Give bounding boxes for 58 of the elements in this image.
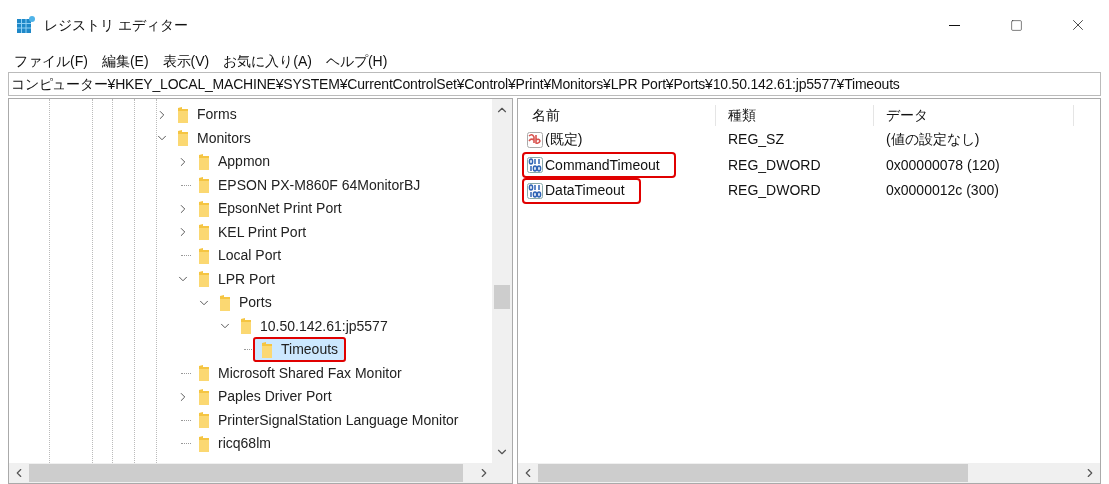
- scroll-thumb[interactable]: [29, 464, 463, 482]
- folder-icon: [240, 317, 252, 336]
- folder-icon: [198, 387, 210, 406]
- tree-item[interactable]: ricq68lm: [218, 433, 271, 455]
- value-data: (値の設定なし): [885, 130, 980, 150]
- value-data: 0x0000012c (300): [885, 181, 999, 201]
- folder-icon: [177, 129, 189, 148]
- scroll-thumb[interactable]: [538, 464, 968, 482]
- menu-item[interactable]: 表示(V): [162, 50, 210, 72]
- tree-item[interactable]: Monitors: [197, 127, 251, 149]
- tree-item[interactable]: Paples Driver Port: [218, 386, 332, 408]
- folder-icon: [198, 434, 210, 453]
- window-title: レジストリ エディター: [44, 15, 188, 35]
- column-header[interactable]: データ: [874, 104, 1074, 126]
- folder-icon: [198, 270, 210, 289]
- horizontal-scrollbar[interactable]: [9, 463, 512, 483]
- binary-value-icon: [527, 182, 543, 199]
- column-header[interactable]: 名前: [520, 104, 716, 126]
- folder-icon: [198, 152, 210, 171]
- folder-icon: [261, 340, 273, 359]
- tree-item[interactable]: KEL Print Port: [218, 221, 307, 243]
- tree-item[interactable]: Appmon: [218, 151, 271, 173]
- value-type: REG_SZ: [727, 130, 785, 150]
- string-value-icon: [527, 131, 543, 148]
- menu-item[interactable]: お気に入り(A): [223, 50, 312, 72]
- horizontal-scrollbar[interactable]: [518, 463, 1100, 483]
- value-data: 0x00000078 (120): [885, 155, 1000, 175]
- folder-icon: [198, 223, 210, 242]
- tree-item[interactable]: Local Port: [218, 245, 282, 267]
- folder-icon: [198, 199, 210, 218]
- tree-item[interactable]: EpsonNet Print Port: [218, 198, 342, 220]
- tree-item[interactable]: LPR Port: [218, 268, 275, 290]
- scroll-thumb[interactable]: [494, 285, 510, 309]
- menu-item[interactable]: 編集(E): [101, 50, 149, 72]
- app-icon: [16, 15, 36, 35]
- tree-item[interactable]: PrinterSignalStation Language Monitor: [218, 409, 459, 431]
- tree-item[interactable]: Ports: [239, 292, 272, 314]
- tree-item[interactable]: EPSON PX-M860F 64MonitorBJ: [218, 174, 421, 196]
- address-bar[interactable]: コンピューター¥HKEY_LOCAL_MACHINE¥SYSTEM¥CurrentControlSet¥Control¥Print¥Monitors¥LPR Port¥Ports¥10.50.142.61:jp5577¥Timeouts: [8, 72, 1101, 96]
- maximize-icon: [1009, 18, 1023, 32]
- menu-item[interactable]: ファイル(F): [14, 50, 88, 72]
- tree-item[interactable]: Forms: [197, 104, 237, 126]
- value-type: REG_DWORD: [727, 181, 822, 201]
- folder-icon: [198, 411, 210, 430]
- value-name[interactable]: (既定): [545, 129, 583, 151]
- folder-icon: [198, 364, 210, 383]
- value-type: REG_DWORD: [727, 155, 822, 175]
- tree-item[interactable]: Microsoft Shared Fax Monitor: [218, 362, 402, 384]
- menu-item[interactable]: ヘルプ(H): [325, 50, 388, 72]
- binary-value-icon: [527, 157, 543, 174]
- folder-icon: [198, 176, 210, 195]
- folder-icon: [198, 246, 210, 265]
- vertical-scrollbar[interactable]: [492, 99, 512, 463]
- folder-icon: [219, 293, 231, 312]
- folder-icon: [177, 105, 189, 124]
- column-header[interactable]: 種類: [716, 104, 874, 126]
- minimize-icon: [948, 24, 960, 26]
- tree-item[interactable]: 10.50.142.61:jp5577: [260, 315, 388, 337]
